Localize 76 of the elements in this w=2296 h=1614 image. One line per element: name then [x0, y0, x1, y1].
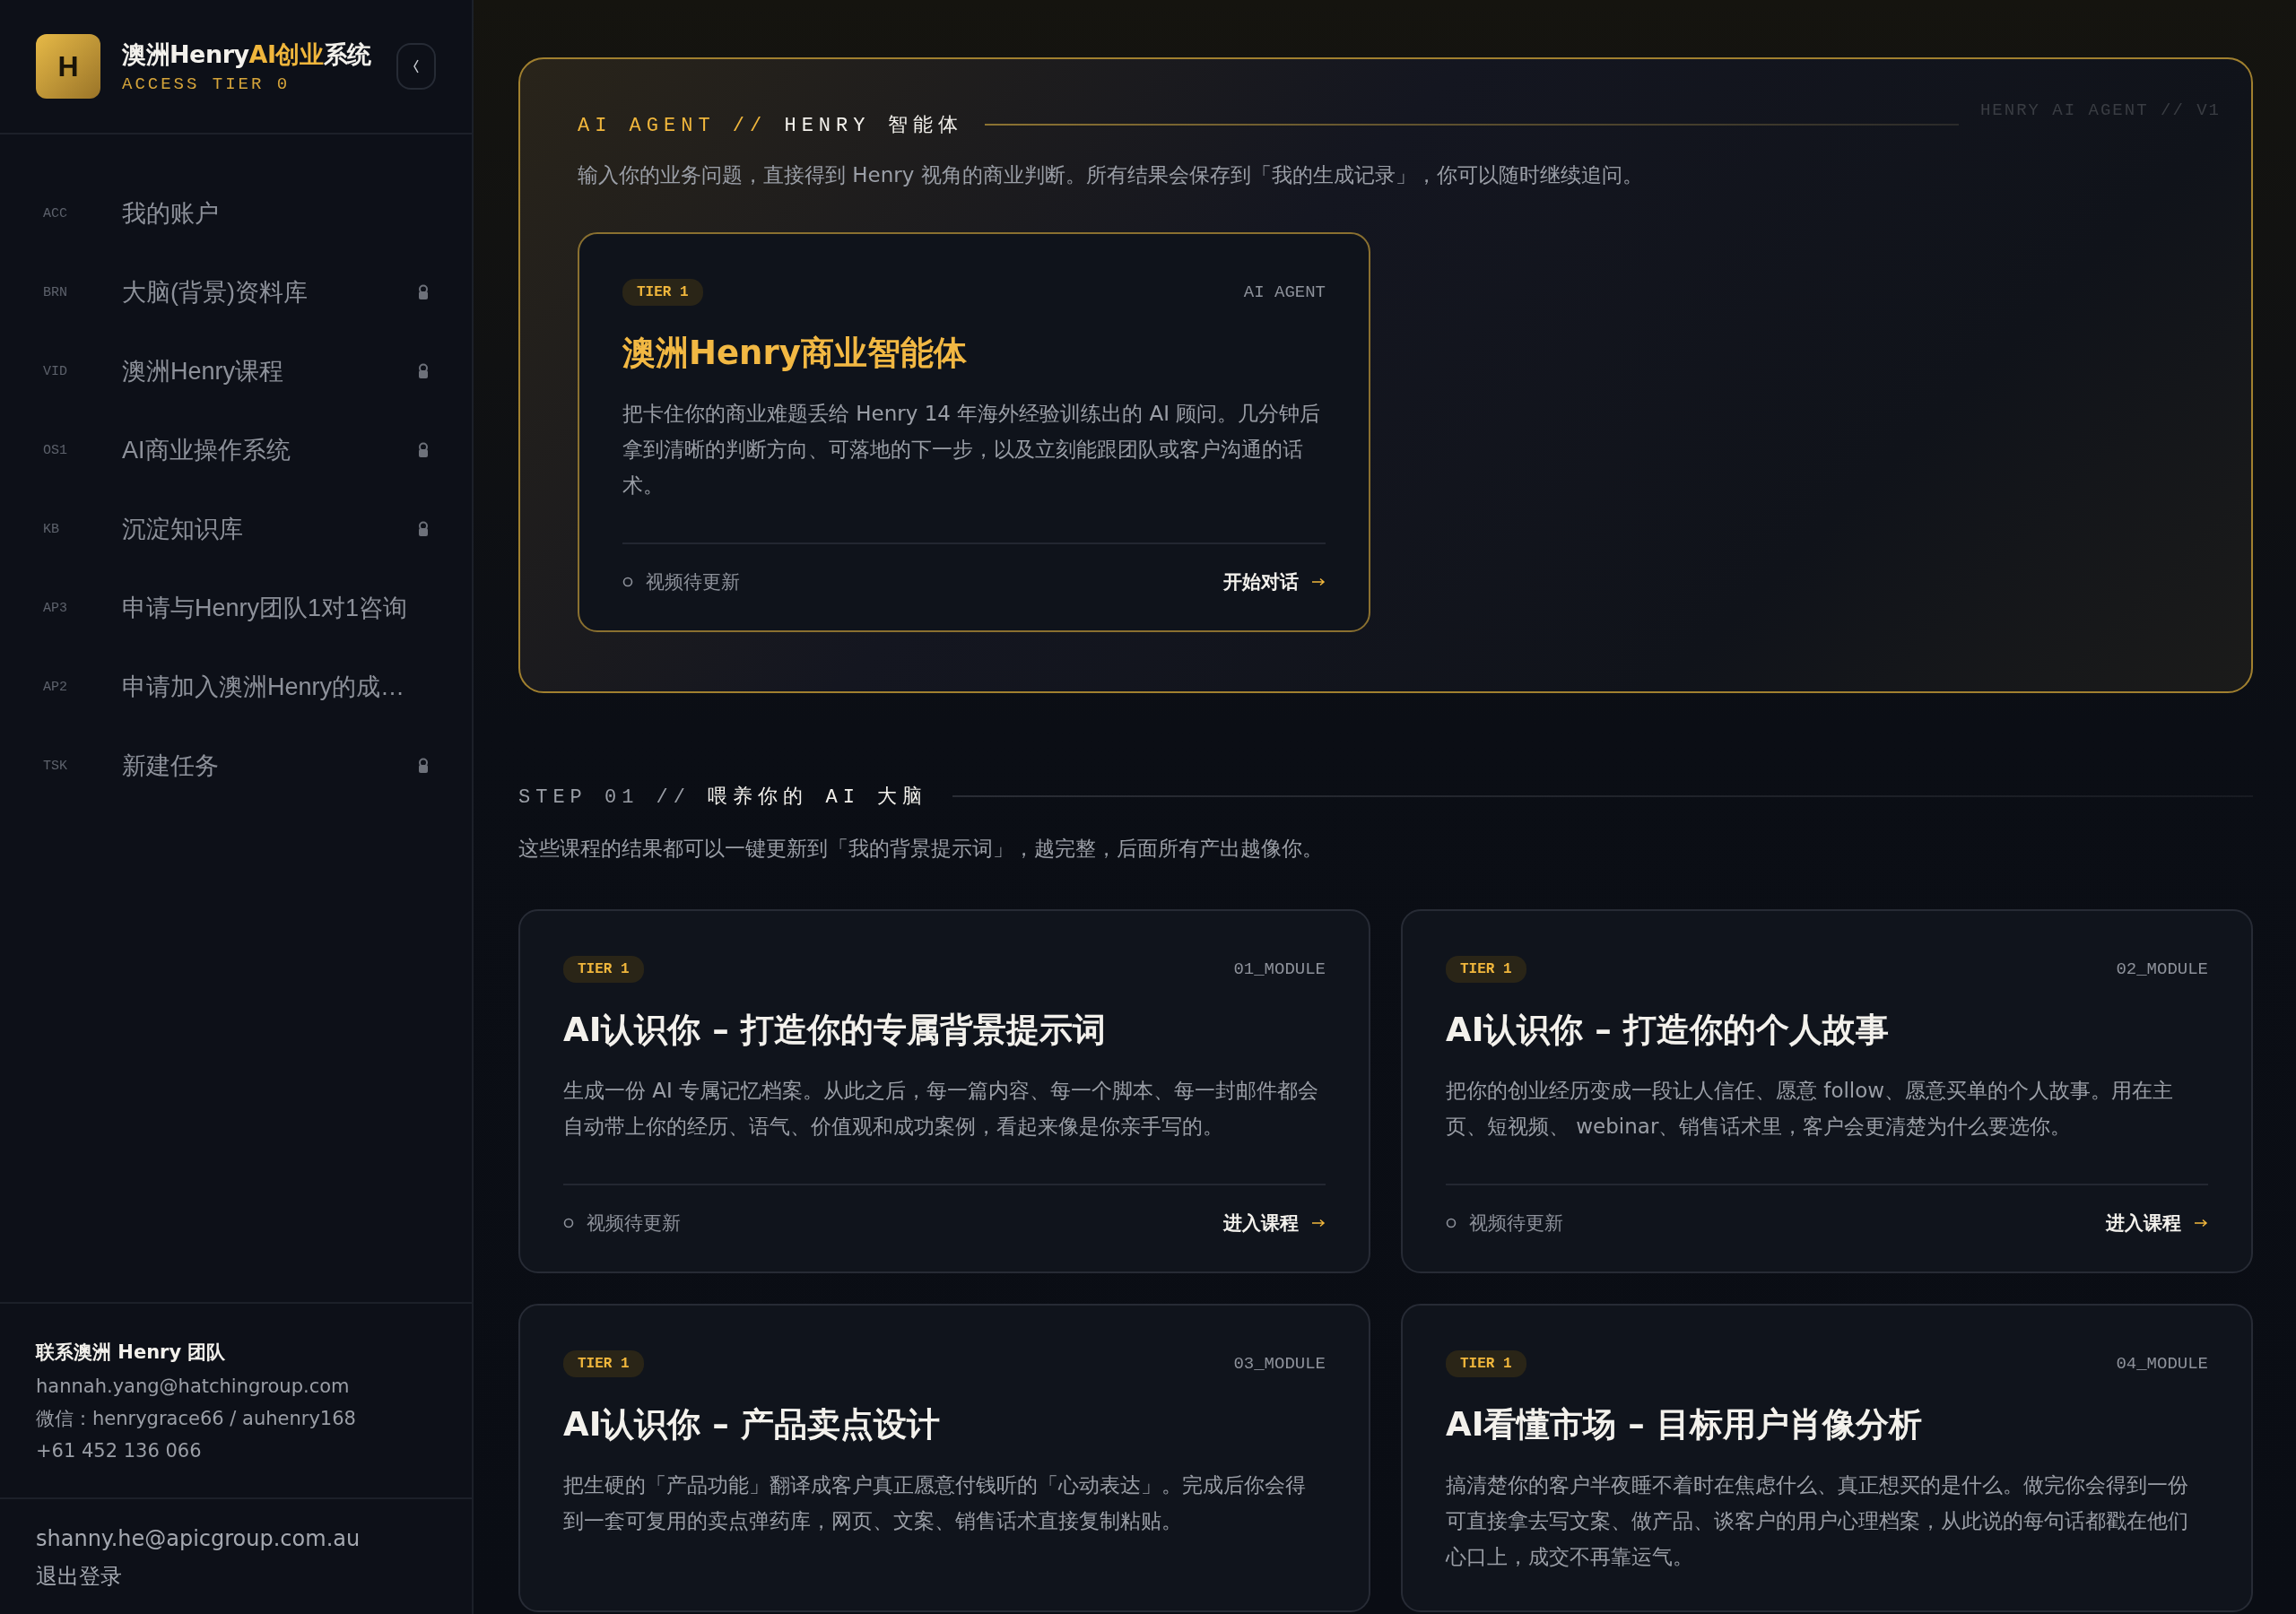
nav-code: TSK	[43, 758, 68, 774]
nav-item[interactable]: VID 澳洲Henry课程	[0, 332, 472, 411]
nav-item[interactable]: KB 沉淀知识库	[0, 490, 472, 568]
section-heading: AI AGENT // HENRY 智能体	[578, 114, 963, 138]
enter-course-link[interactable]: 进入课程	[2106, 1210, 2208, 1236]
card-tag: 04_MODULE	[2116, 1354, 2208, 1374]
nav-code: AP3	[43, 600, 68, 616]
lock-icon	[418, 521, 429, 537]
nav-label: 新建任务	[122, 751, 220, 781]
nav-item[interactable]: TSK 新建任务	[0, 726, 472, 805]
tier-badge: TIER 1	[563, 1350, 644, 1377]
logo: H	[36, 34, 100, 99]
nav-label: 沉淀知识库	[122, 515, 244, 544]
video-status: 视频待更新	[587, 1211, 681, 1236]
card-title: 澳洲Henry商业智能体	[622, 333, 968, 374]
circle-icon	[563, 1218, 574, 1228]
circle-icon	[1446, 1218, 1457, 1228]
card-title: AI认识你 – 打造你的个人故事	[1446, 1010, 1890, 1051]
nav-item[interactable]: OS1 AI商业操作系统	[0, 411, 472, 490]
nav-item[interactable]: AP3 申请与Henry团队1对1咨询	[0, 568, 472, 647]
video-status: 视频待更新	[646, 570, 740, 594]
nav-code: BRN	[43, 284, 68, 300]
circle-icon	[622, 577, 633, 587]
tier-badge: TIER 1	[622, 279, 703, 306]
card-description: 生成一份 AI 专属记忆档案。从此之后，每一篇内容、每一个脚本、每一封邮件都会自动带上你的经历、语气、价值观和成功案例，看起来像是你亲手写的。	[563, 1078, 1320, 1140]
section-description: 这些课程的结果都可以一键更新到「我的背景提示词」，越完整，后面所有产出越像你。	[518, 836, 1324, 862]
contact-title: 联系澳洲 Henry 团队	[36, 1341, 227, 1365]
start-chat-link[interactable]: 开始对话	[1223, 569, 1326, 594]
chevron-left-icon	[412, 57, 421, 75]
nav-label: 澳洲Henry课程	[122, 357, 285, 386]
card-tag: 02_MODULE	[2116, 959, 2208, 979]
enter-course-link[interactable]: 进入课程	[1223, 1210, 1326, 1236]
nav-label: 大脑(背景)资料库	[122, 278, 309, 308]
app-title: 澳洲HenryAI创业系统	[122, 39, 371, 70]
arrow-icon	[2194, 1219, 2208, 1228]
nav-code: VID	[43, 363, 68, 379]
logout-link[interactable]: 退出登录	[36, 1562, 122, 1591]
lock-icon	[418, 284, 429, 300]
card-description: 搞清楚你的客户半夜睡不着时在焦虑什么、真正想买的是什么。做完你会得到一份可直接拿去写文案、做产品、谈客户的用户心理档案，从此说的每句话都戳在他们心口上，成交不再靠运气。	[1446, 1472, 2189, 1570]
nav-label: AI商业操作系统	[122, 436, 291, 465]
video-status: 视频待更新	[1469, 1211, 1563, 1236]
nav-label: 我的账户	[122, 199, 220, 229]
nav-code: ACC	[43, 205, 68, 221]
card-tag: 01_MODULE	[1233, 959, 1326, 979]
collapse-button[interactable]	[396, 43, 436, 90]
user-email: shanny.he@apicgroup.com.au	[36, 1526, 361, 1551]
nav-item[interactable]: BRN 大脑(背景)资料库	[0, 253, 472, 332]
nav-item[interactable]: ACC 我的账户	[0, 174, 472, 253]
card-title: AI认识你 – 打造你的专属背景提示词	[563, 1010, 1107, 1051]
nav-label: 申请与Henry团队1对1咨询	[122, 594, 409, 623]
nav-label: 申请加入澳洲Henry的成…	[122, 672, 406, 702]
card-description: 把你的创业经历变成一段让人信任、愿意 follow、愿意买单的个人故事。用在主页、短视频、 webinar、销售话术里，客户会更清楚为什么要选你。	[1446, 1078, 2175, 1140]
contact-line: hannah.yang@hatchingroup.com	[36, 1375, 351, 1397]
access-tier-label: ACCESS TIER 0	[122, 74, 291, 94]
nav-code: KB	[43, 521, 60, 537]
tier-badge: TIER 1	[1446, 1350, 1526, 1377]
lock-icon	[418, 442, 429, 458]
card-tag: 03_MODULE	[1233, 1354, 1326, 1374]
card-description: 把卡住你的商业难题丢给 Henry 14 年海外经验训练出的 AI 顾问。几分钟后拿到清晰的判断方向、可落地的下一步，以及立刻能跟团队或客户沟通的话术。	[622, 401, 1322, 499]
nav-code: AP2	[43, 679, 68, 695]
card-tag: AI AGENT	[1243, 282, 1326, 302]
section-heading: STEP 01 // 喂养你的 AI 大脑	[518, 785, 928, 810]
tier-badge: TIER 1	[563, 956, 644, 983]
tier-badge: TIER 1	[1446, 956, 1526, 983]
card-title: AI认识你 – 产品卖点设计	[563, 1404, 941, 1445]
arrow-icon	[1311, 1219, 1326, 1228]
lock-icon	[418, 758, 429, 774]
nav-item[interactable]: AP2 申请加入澳洲Henry的成…	[0, 647, 472, 726]
lock-icon	[418, 363, 429, 379]
contact-line: +61 452 136 066	[36, 1440, 203, 1462]
section-description: 输入你的业务问题，直接得到 Henry 视角的商业判断。所有结果会保存到「我的生成记录」，你可以随时继续追问。	[578, 162, 1644, 188]
contact-line: 微信：henrygrace66 / auhenry168	[36, 1407, 357, 1431]
arrow-icon	[1311, 577, 1326, 586]
card-description: 把生硬的「产品功能」翻译成客户真正愿意付钱听的「心动表达」。完成后你会得到一套可复用的卖点弹药库，网页、文案、销售话术直接复制粘贴。	[563, 1472, 1307, 1534]
nav-code: OS1	[43, 442, 68, 458]
card-title: AI看懂市场 – 目标用户肖像分析	[1446, 1404, 1923, 1445]
